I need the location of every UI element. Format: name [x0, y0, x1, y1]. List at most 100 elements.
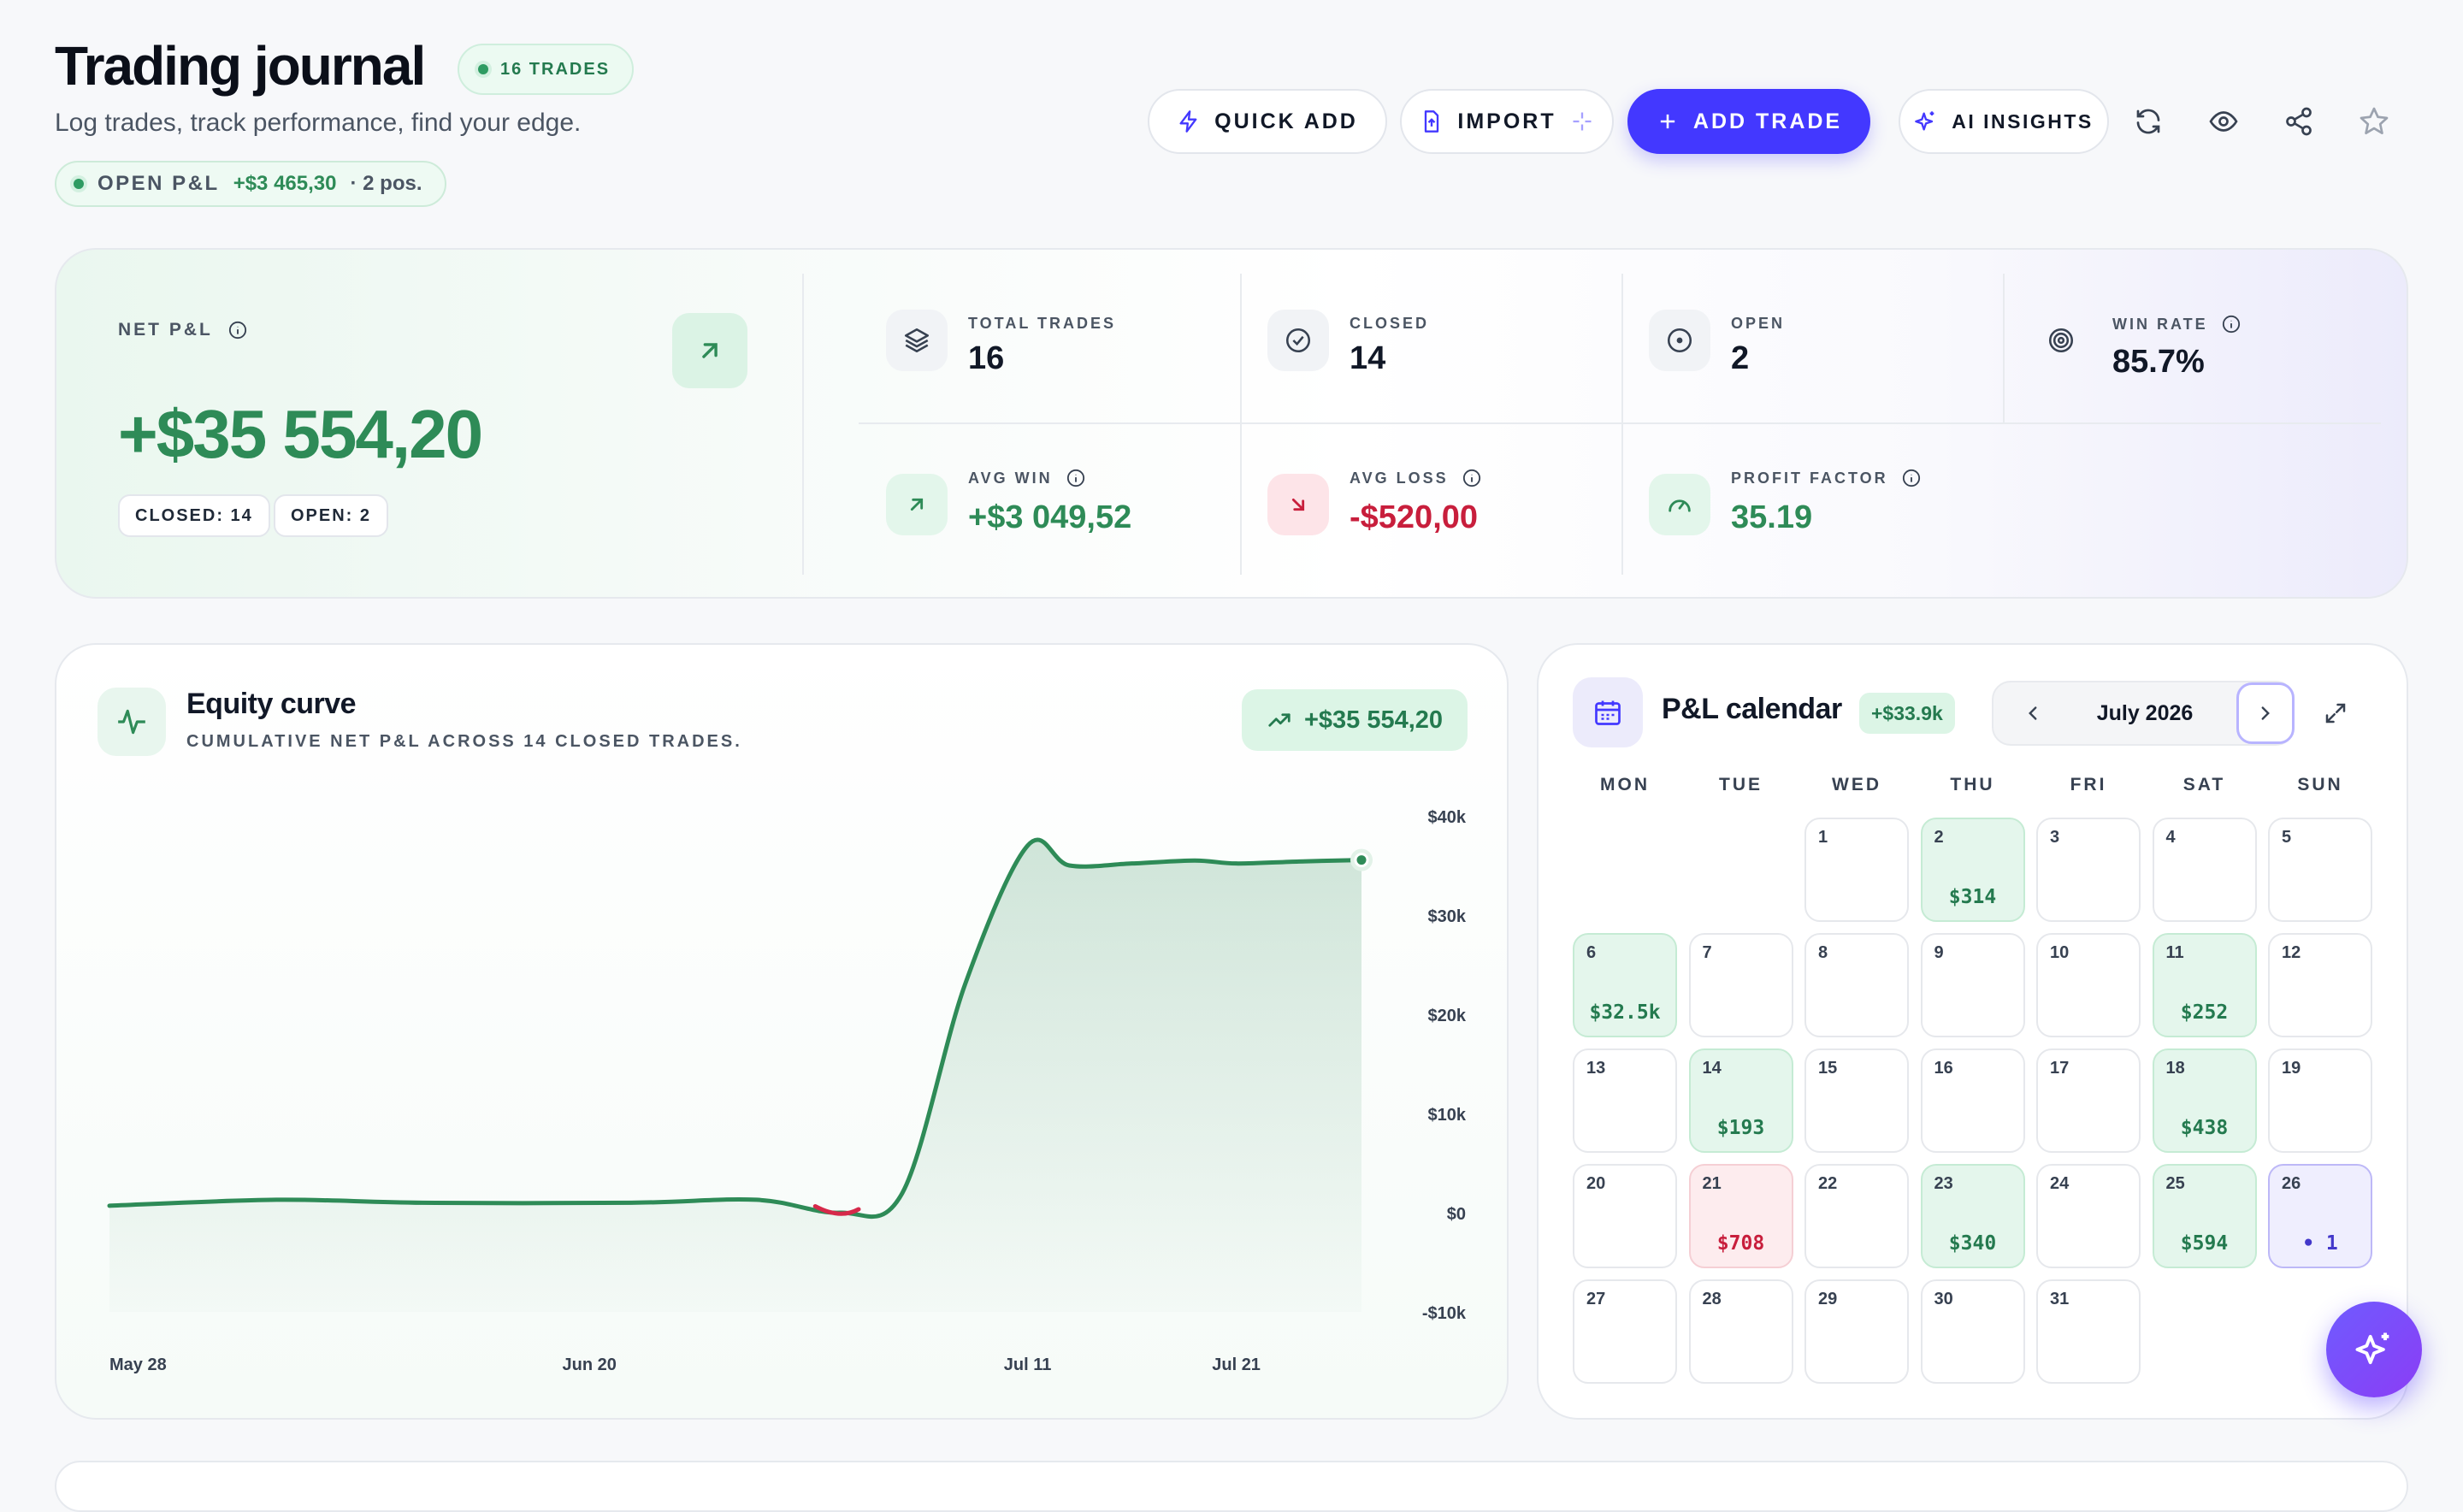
next-month-button[interactable]: [2236, 682, 2295, 744]
win-rate-label: WIN RATE: [2112, 315, 2208, 333]
info-icon[interactable]: [228, 321, 247, 340]
expand-calendar-button[interactable]: [2315, 693, 2356, 734]
calendar-day[interactable]: 18 $438: [2152, 1048, 2257, 1153]
quick-add-button[interactable]: QUICK ADD: [1148, 89, 1387, 154]
day-number: 21: [1702, 1174, 1722, 1193]
calendar-day[interactable]: 24: [2036, 1164, 2141, 1268]
divider: [1240, 274, 1242, 575]
equity-area-fill: [109, 839, 1361, 1312]
star-icon: [2360, 107, 2389, 134]
divider: [1621, 274, 1623, 575]
import-button[interactable]: IMPORT: [1400, 89, 1614, 154]
calendar-day[interactable]: 20: [1573, 1164, 1677, 1268]
calendar-day[interactable]: 19: [2268, 1048, 2372, 1153]
day-number: 3: [2050, 828, 2060, 847]
target-dot-icon: [1667, 328, 1692, 353]
calendar-day[interactable]: 16: [1920, 1048, 2025, 1153]
day-number: 22: [1818, 1174, 1838, 1193]
trend-up-indicator: [672, 313, 747, 388]
info-icon[interactable]: [2222, 315, 2241, 334]
equity-last-point[interactable]: [1354, 853, 1369, 868]
share-button[interactable]: [2275, 97, 2323, 145]
calendar-day[interactable]: 7: [1688, 933, 1793, 1037]
calendar-day[interactable]: 9: [1920, 933, 2025, 1037]
calendar-day[interactable]: 23 $340: [1920, 1164, 2025, 1268]
calendar-day[interactable]: 21 $708: [1688, 1164, 1793, 1268]
day-pl-amount: $594: [2180, 1232, 2229, 1255]
day-number: 23: [1934, 1174, 1953, 1193]
add-trade-label: ADD TRADE: [1692, 109, 1843, 133]
day-number: 9: [1934, 943, 1944, 962]
day-number: 8: [1818, 943, 1828, 962]
calendar-day[interactable]: 31: [2036, 1279, 2141, 1384]
divider: [802, 274, 804, 575]
day-number: 11: [2165, 943, 2184, 962]
calendar-icon: [1595, 700, 1621, 725]
calendar-day[interactable]: 22: [1804, 1164, 1909, 1268]
ai-assistant-fab[interactable]: [2326, 1302, 2422, 1397]
calendar-day[interactable]: 15: [1804, 1048, 1909, 1153]
weekday-header: SAT: [2182, 775, 2226, 794]
calendar-day[interactable]: 28: [1688, 1279, 1793, 1384]
calendar-day[interactable]: 4: [2152, 818, 2257, 922]
closed-icon-box: [1267, 310, 1329, 371]
calendar-day[interactable]: 3: [2036, 818, 2141, 922]
win-rate-icon-box: [2030, 310, 2092, 371]
quick-add-label: QUICK ADD: [1214, 109, 1358, 133]
layers-icon: [904, 328, 930, 353]
day-number: 26: [2282, 1174, 2301, 1193]
calendar-day[interactable]: 12: [2268, 933, 2372, 1037]
day-number: 10: [2050, 943, 2070, 962]
favorite-button[interactable]: [2350, 97, 2398, 145]
calendar-day[interactable]: 13: [1573, 1048, 1677, 1153]
calendar-day[interactable]: 27: [1573, 1279, 1677, 1384]
day-number: 30: [1934, 1290, 1953, 1308]
calendar-day[interactable]: 11 $252: [2152, 933, 2257, 1037]
closed-count-pill: CLOSED: 14: [118, 494, 270, 537]
day-pl-amount: $32.5k: [1589, 1001, 1661, 1024]
info-icon[interactable]: [1066, 469, 1085, 487]
refresh-button[interactable]: [2124, 97, 2172, 145]
day-number: 13: [1586, 1059, 1606, 1078]
total-trades-icon-box: [886, 310, 948, 371]
day-number: 20: [1586, 1174, 1606, 1193]
visibility-toggle-button[interactable]: [2200, 97, 2247, 145]
day-pl-amount: $314: [1948, 886, 1997, 908]
add-trade-button[interactable]: ADD TRADE: [1627, 89, 1870, 154]
net-pl-value: +$35 554,20: [118, 396, 483, 472]
calendar-day[interactable]: 14 $193: [1688, 1048, 1793, 1153]
calendar-day[interactable]: 6 $32.5k: [1573, 933, 1677, 1037]
page-subtitle: Log trades, track performance, find your…: [55, 109, 582, 137]
day-number: 2: [1934, 828, 1944, 847]
calendar-day[interactable]: 10: [2036, 933, 2141, 1037]
ai-insights-button[interactable]: AI INSIGHTS: [1899, 89, 2109, 154]
day-number: 31: [2050, 1290, 2070, 1308]
info-icon[interactable]: [1462, 469, 1481, 487]
day-number: 24: [2050, 1174, 2070, 1193]
profit-factor-header: PROFIT FACTOR: [1731, 469, 1921, 487]
calendar-day[interactable]: 8: [1804, 933, 1909, 1037]
equity-curve-card: Equity curve CUMULATIVE NET P&L ACROSS 1…: [55, 643, 1509, 1420]
open-pl-label: OPEN P&L: [97, 172, 220, 195]
calendar-day[interactable]: 1: [1804, 818, 1909, 922]
calendar-day[interactable]: 30: [1920, 1279, 2025, 1384]
calendar-day[interactable]: 25 $594: [2152, 1164, 2257, 1268]
gauge-icon: [1669, 499, 1691, 512]
calendar-day[interactable]: 2 $314: [1920, 818, 2025, 922]
y-tick-label: -$10k: [1422, 1304, 1467, 1323]
arrow-up-right-icon: [910, 498, 924, 511]
info-icon[interactable]: [1902, 469, 1921, 487]
profit-factor-label: PROFIT FACTOR: [1731, 469, 1888, 487]
day-pl-amount: $438: [2180, 1117, 2229, 1139]
calendar-day[interactable]: 5: [2268, 818, 2372, 922]
arrow-up-right-icon: [702, 343, 718, 358]
calendar-day[interactable]: 29: [1804, 1279, 1909, 1384]
sparkles-icon: [1915, 111, 1934, 131]
calendar-day[interactable]: 17: [2036, 1048, 2141, 1153]
total-trades-value: 16: [968, 340, 1005, 376]
profit-factor-value: 35.19: [1731, 499, 1813, 535]
day-number: 7: [1702, 943, 1712, 962]
net-pl-label: NET P&L: [118, 320, 213, 340]
calendar-day[interactable]: 26 • 1: [2268, 1164, 2372, 1268]
previous-month-button[interactable]: [2014, 694, 2052, 732]
